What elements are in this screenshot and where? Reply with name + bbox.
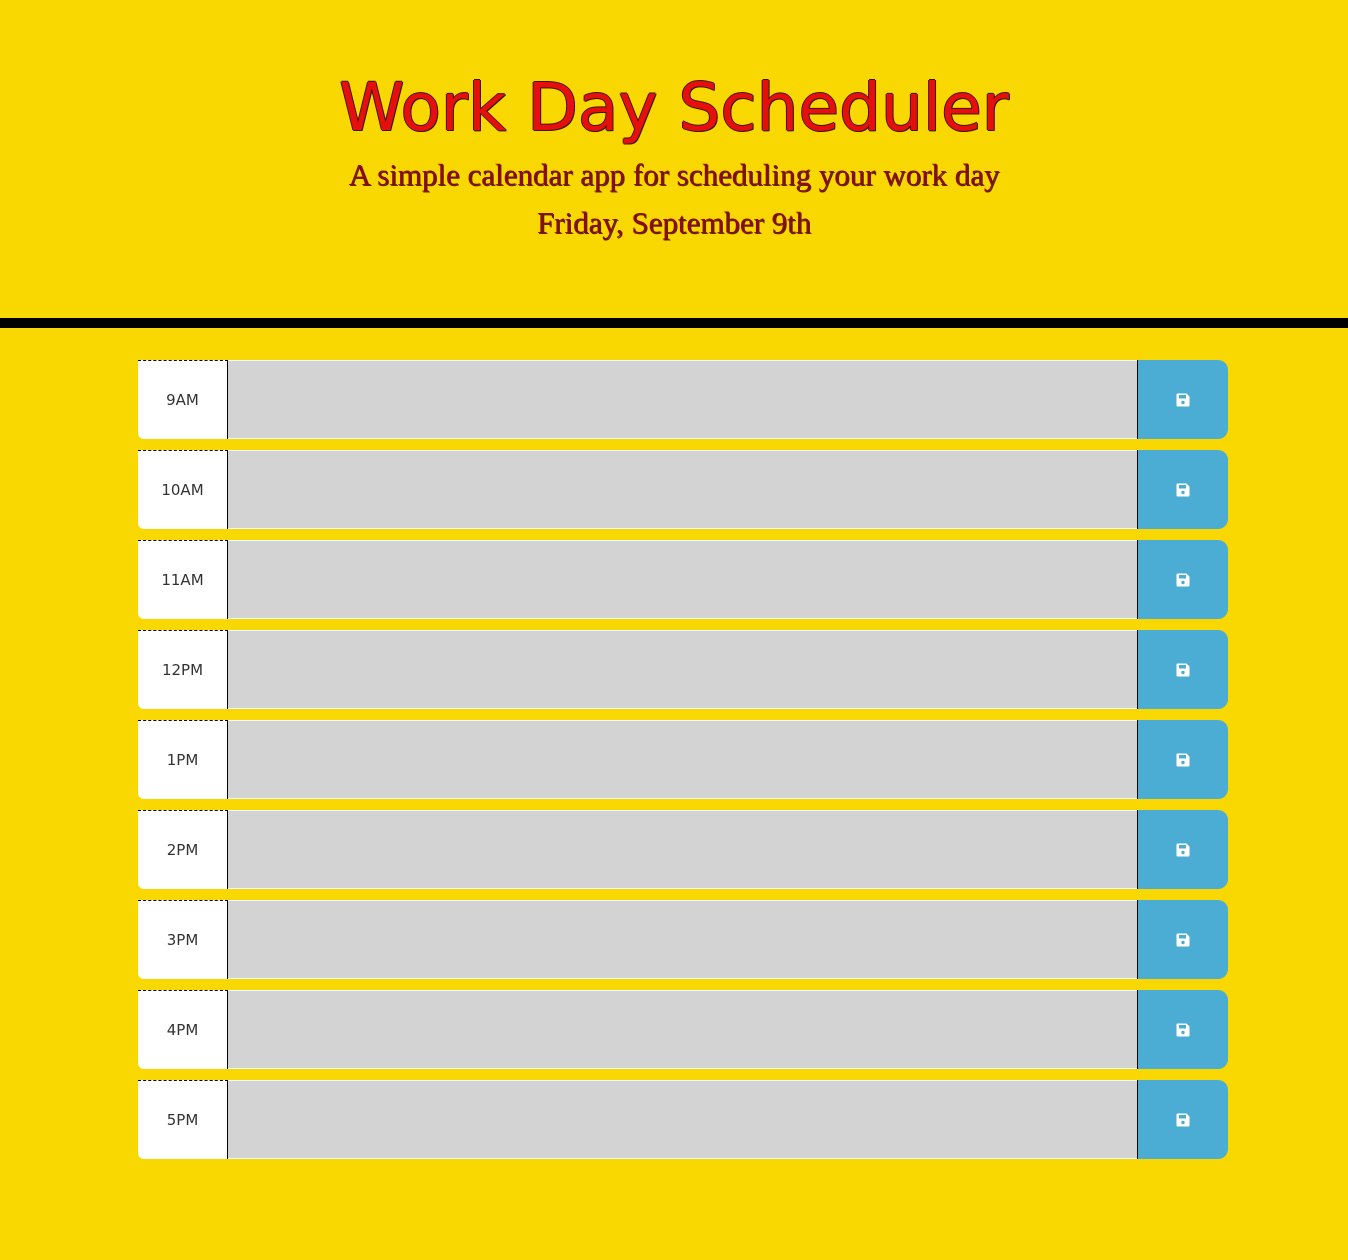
hour-label: 5PM	[138, 1080, 228, 1159]
hour-label: 9AM	[138, 360, 228, 439]
save-button[interactable]	[1137, 990, 1228, 1069]
hour-label: 3PM	[138, 900, 228, 979]
header: Work Day Scheduler A simple calendar app…	[0, 0, 1348, 318]
hour-label: 12PM	[138, 630, 228, 709]
current-day: Friday, September 9th	[536, 205, 812, 240]
save-button[interactable]	[1137, 540, 1228, 619]
save-button[interactable]	[1137, 900, 1228, 979]
save-button[interactable]	[1137, 360, 1228, 439]
save-button[interactable]	[1137, 1080, 1228, 1159]
save-icon	[1176, 393, 1190, 406]
description-input[interactable]	[228, 630, 1137, 709]
save-icon	[1176, 1113, 1190, 1126]
save-icon	[1176, 573, 1190, 586]
description-input[interactable]	[228, 540, 1137, 619]
hour-label: 1PM	[138, 720, 228, 799]
save-button[interactable]	[1137, 720, 1228, 799]
time-block: 10AM	[138, 450, 1228, 530]
save-button[interactable]	[1137, 810, 1228, 889]
description-input[interactable]	[228, 810, 1137, 889]
hour-label: 10AM	[138, 450, 228, 529]
time-block: 12PM	[138, 630, 1228, 710]
time-block: 2PM	[138, 810, 1228, 890]
save-button[interactable]	[1137, 630, 1228, 709]
save-button[interactable]	[1137, 450, 1228, 529]
description-input[interactable]	[228, 450, 1137, 529]
page-subtitle: A simple calendar app for scheduling you…	[348, 157, 1000, 192]
save-icon	[1176, 663, 1190, 676]
save-icon	[1176, 843, 1190, 856]
save-icon	[1176, 1023, 1190, 1036]
time-block: 11AM	[138, 540, 1228, 620]
description-input[interactable]	[228, 900, 1137, 979]
save-icon	[1176, 753, 1190, 766]
description-input[interactable]	[228, 990, 1137, 1069]
save-icon	[1176, 933, 1190, 946]
time-block-list: 9AM 10AM 11AM 12PM 1PM 2PM 3PM 4PM 5PM	[138, 360, 1228, 1170]
time-block: 5PM	[138, 1080, 1228, 1160]
hour-label: 2PM	[138, 810, 228, 889]
header-divider	[0, 318, 1348, 328]
time-block: 4PM	[138, 990, 1228, 1070]
page-title: Work Day Scheduler	[339, 69, 1009, 146]
hour-label: 4PM	[138, 990, 228, 1069]
description-input[interactable]	[228, 1080, 1137, 1159]
time-block: 9AM	[138, 360, 1228, 440]
description-input[interactable]	[228, 720, 1137, 799]
time-block: 1PM	[138, 720, 1228, 800]
description-input[interactable]	[228, 360, 1137, 439]
time-block: 3PM	[138, 900, 1228, 980]
save-icon	[1176, 483, 1190, 496]
hour-label: 11AM	[138, 540, 228, 619]
